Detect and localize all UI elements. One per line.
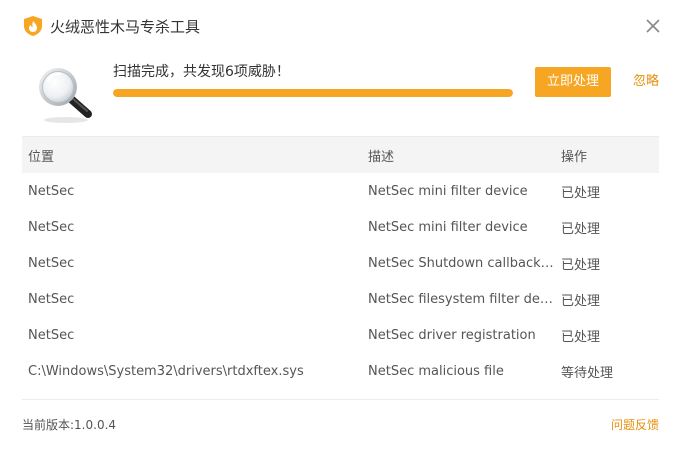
cell-action: 已处理 [561, 221, 601, 237]
ignore-link[interactable]: 忽略 [633, 73, 659, 91]
scan-progress-fill [113, 89, 513, 97]
column-header-location: 位置 [28, 149, 55, 165]
cell-location: NetSec [28, 291, 75, 307]
cell-location: NetSec [28, 219, 75, 235]
window-title: 火绒恶性木马专杀工具 [50, 18, 201, 36]
huorong-logo-icon [24, 16, 42, 36]
handle-now-button[interactable]: 立即处理 [535, 67, 611, 97]
cell-action: 等待处理 [561, 365, 614, 381]
table-row[interactable]: NetSec NetSec Shutdown callback ro... 已处… [22, 245, 659, 281]
feedback-link[interactable]: 问题反馈 [611, 417, 659, 433]
title-bar: 火绒恶性木马专杀工具 [0, 0, 673, 54]
table-row[interactable]: NetSec NetSec filesystem filter device 已… [22, 281, 659, 317]
cell-location: NetSec [28, 255, 75, 271]
cell-location: NetSec [28, 327, 75, 343]
cell-action: 已处理 [561, 185, 601, 201]
magnifier-icon [39, 68, 92, 123]
table-row[interactable]: C:\Windows\System32\drivers\rtdxftex.sys… [22, 353, 659, 389]
cell-description: NetSec malicious file [368, 363, 504, 379]
table-row[interactable]: NetSec NetSec mini filter device 已处理 [22, 209, 659, 245]
scan-progress-bar [113, 89, 513, 97]
cell-action: 已处理 [561, 329, 601, 345]
scan-status-text: 扫描完成，共发现6项威胁！ [113, 64, 290, 80]
threat-table: 位置 描述 操作 NetSec NetSec mini filter devic… [22, 136, 659, 389]
cell-description: NetSec mini filter device [368, 183, 528, 199]
cell-description: NetSec driver registration [368, 327, 536, 343]
column-header-action: 操作 [561, 149, 588, 165]
close-icon[interactable] [643, 16, 663, 36]
version-label: 当前版本:1.0.0.4 [22, 418, 117, 432]
cell-description: NetSec Shutdown callback ro... [368, 255, 555, 271]
cell-location: C:\Windows\System32\drivers\rtdxftex.sys [28, 363, 304, 379]
column-header-description: 描述 [368, 149, 395, 165]
table-row[interactable]: NetSec NetSec driver registration 已处理 [22, 317, 659, 353]
table-header: 位置 描述 操作 [22, 136, 659, 173]
cell-action: 已处理 [561, 293, 601, 309]
cell-action: 已处理 [561, 257, 601, 273]
table-row[interactable]: NetSec NetSec mini filter device 已处理 [22, 173, 659, 209]
cell-description: NetSec mini filter device [368, 219, 528, 235]
cell-location: NetSec [28, 183, 75, 199]
footer-divider [22, 399, 659, 400]
cell-description: NetSec filesystem filter device [368, 291, 555, 307]
